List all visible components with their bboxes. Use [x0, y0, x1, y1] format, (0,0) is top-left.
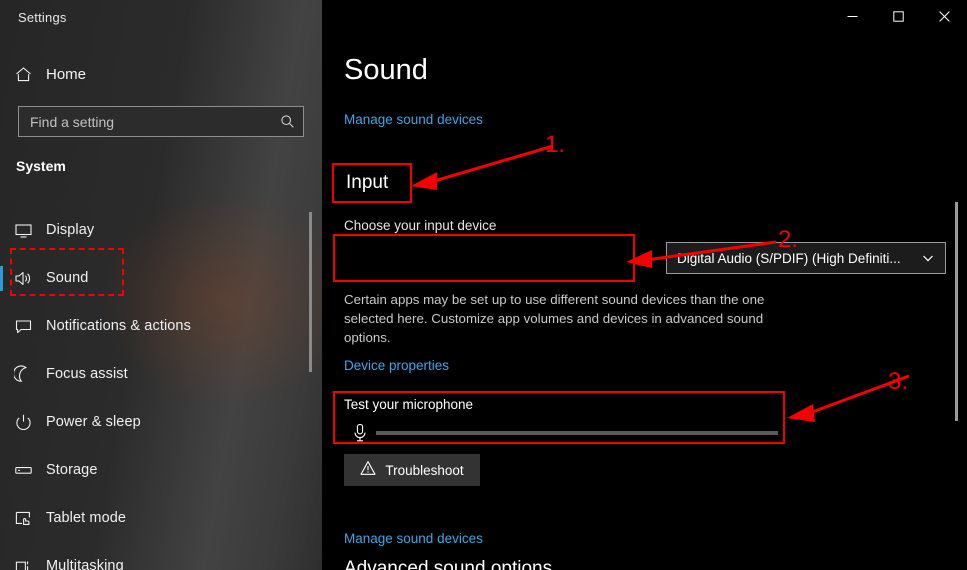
- sidebar-item-sound-label: Sound: [46, 270, 89, 286]
- sidebar-item-notifications-and-actions[interactable]: Notifications & actions: [0, 302, 300, 350]
- microphone-icon: [344, 423, 376, 443]
- sidebar-item-sound[interactable]: Sound: [0, 254, 300, 302]
- tablet-hand-icon: [0, 509, 46, 528]
- sidebar-nav-list: Display Sound Notifications & actions Fo…: [0, 206, 300, 570]
- advanced-sound-options-heading: Advanced sound options: [344, 558, 553, 570]
- warning-triangle-icon: [360, 460, 376, 481]
- main-scrollbar-thumb[interactable]: [955, 202, 958, 421]
- input-device-dropdown[interactable]: Digital Audio (S/PDIF) (High Definiti...: [666, 242, 946, 274]
- sidebar-item-home[interactable]: Home: [0, 59, 300, 89]
- monitor-icon: [0, 221, 46, 240]
- microphone-level-meter: [376, 431, 778, 435]
- input-device-selected-value: Digital Audio (S/PDIF) (High Definiti...: [677, 250, 901, 266]
- moon-icon: [0, 364, 46, 384]
- troubleshoot-button[interactable]: Troubleshoot: [344, 454, 480, 486]
- maximize-button[interactable]: [875, 0, 921, 32]
- sidebar-item-storage-label: Storage: [46, 462, 98, 478]
- app-title: Settings: [18, 10, 67, 25]
- navigation-sidebar: Settings Home System: [0, 0, 322, 570]
- sidebar-item-focus-assist-label: Focus assist: [46, 366, 128, 382]
- sidebar-item-power-and-sleep[interactable]: Power & sleep: [0, 398, 300, 446]
- chat-icon: [0, 317, 46, 336]
- sidebar-item-multitasking[interactable]: Multitasking: [0, 542, 300, 570]
- multitask-icon: [0, 557, 46, 570]
- main-content-pane: Sound Manage sound devices Input Choose …: [322, 0, 967, 570]
- search-field-container[interactable]: [18, 106, 304, 137]
- chevron-down-icon: [911, 251, 945, 265]
- sidebar-section-heading: System: [16, 158, 66, 174]
- sidebar-item-notifications-label: Notifications & actions: [46, 318, 191, 334]
- minimize-button[interactable]: [829, 0, 875, 32]
- microphone-level-row: [344, 420, 778, 446]
- sidebar-item-power-and-sleep-label: Power & sleep: [46, 414, 141, 430]
- choose-input-device-label: Choose your input device: [344, 218, 497, 233]
- speaker-icon: [0, 269, 46, 288]
- home-icon: [0, 66, 46, 83]
- window-titlebar: [322, 0, 967, 32]
- sidebar-item-tablet-mode[interactable]: Tablet mode: [0, 494, 300, 542]
- sidebar-item-tablet-mode-label: Tablet mode: [46, 510, 127, 526]
- sidebar-item-home-label: Home: [46, 65, 87, 83]
- manage-sound-devices-link-top[interactable]: Manage sound devices: [344, 112, 483, 127]
- device-properties-link[interactable]: Device properties: [344, 358, 449, 373]
- page-title: Sound: [344, 54, 428, 86]
- power-icon: [0, 413, 46, 432]
- search-input[interactable]: [19, 107, 271, 136]
- drive-icon: [0, 461, 46, 480]
- input-device-description: Certain apps may be set up to use differ…: [344, 292, 765, 345]
- settings-window: Settings Home System: [0, 0, 967, 570]
- sidebar-item-display[interactable]: Display: [0, 206, 300, 254]
- test-microphone-label: Test your microphone: [344, 397, 474, 412]
- sidebar-scrollbar-thumb[interactable]: [309, 212, 312, 372]
- close-button[interactable]: [921, 0, 967, 32]
- sidebar-item-display-label: Display: [46, 222, 95, 238]
- sidebar-item-focus-assist[interactable]: Focus assist: [0, 350, 300, 398]
- troubleshoot-button-label: Troubleshoot: [385, 462, 464, 478]
- input-section-heading: Input: [346, 172, 389, 193]
- search-icon[interactable]: [271, 107, 303, 136]
- sidebar-item-multitasking-label: Multitasking: [46, 558, 124, 570]
- sidebar-item-storage[interactable]: Storage: [0, 446, 300, 494]
- manage-sound-devices-link-bottom[interactable]: Manage sound devices: [344, 531, 483, 546]
